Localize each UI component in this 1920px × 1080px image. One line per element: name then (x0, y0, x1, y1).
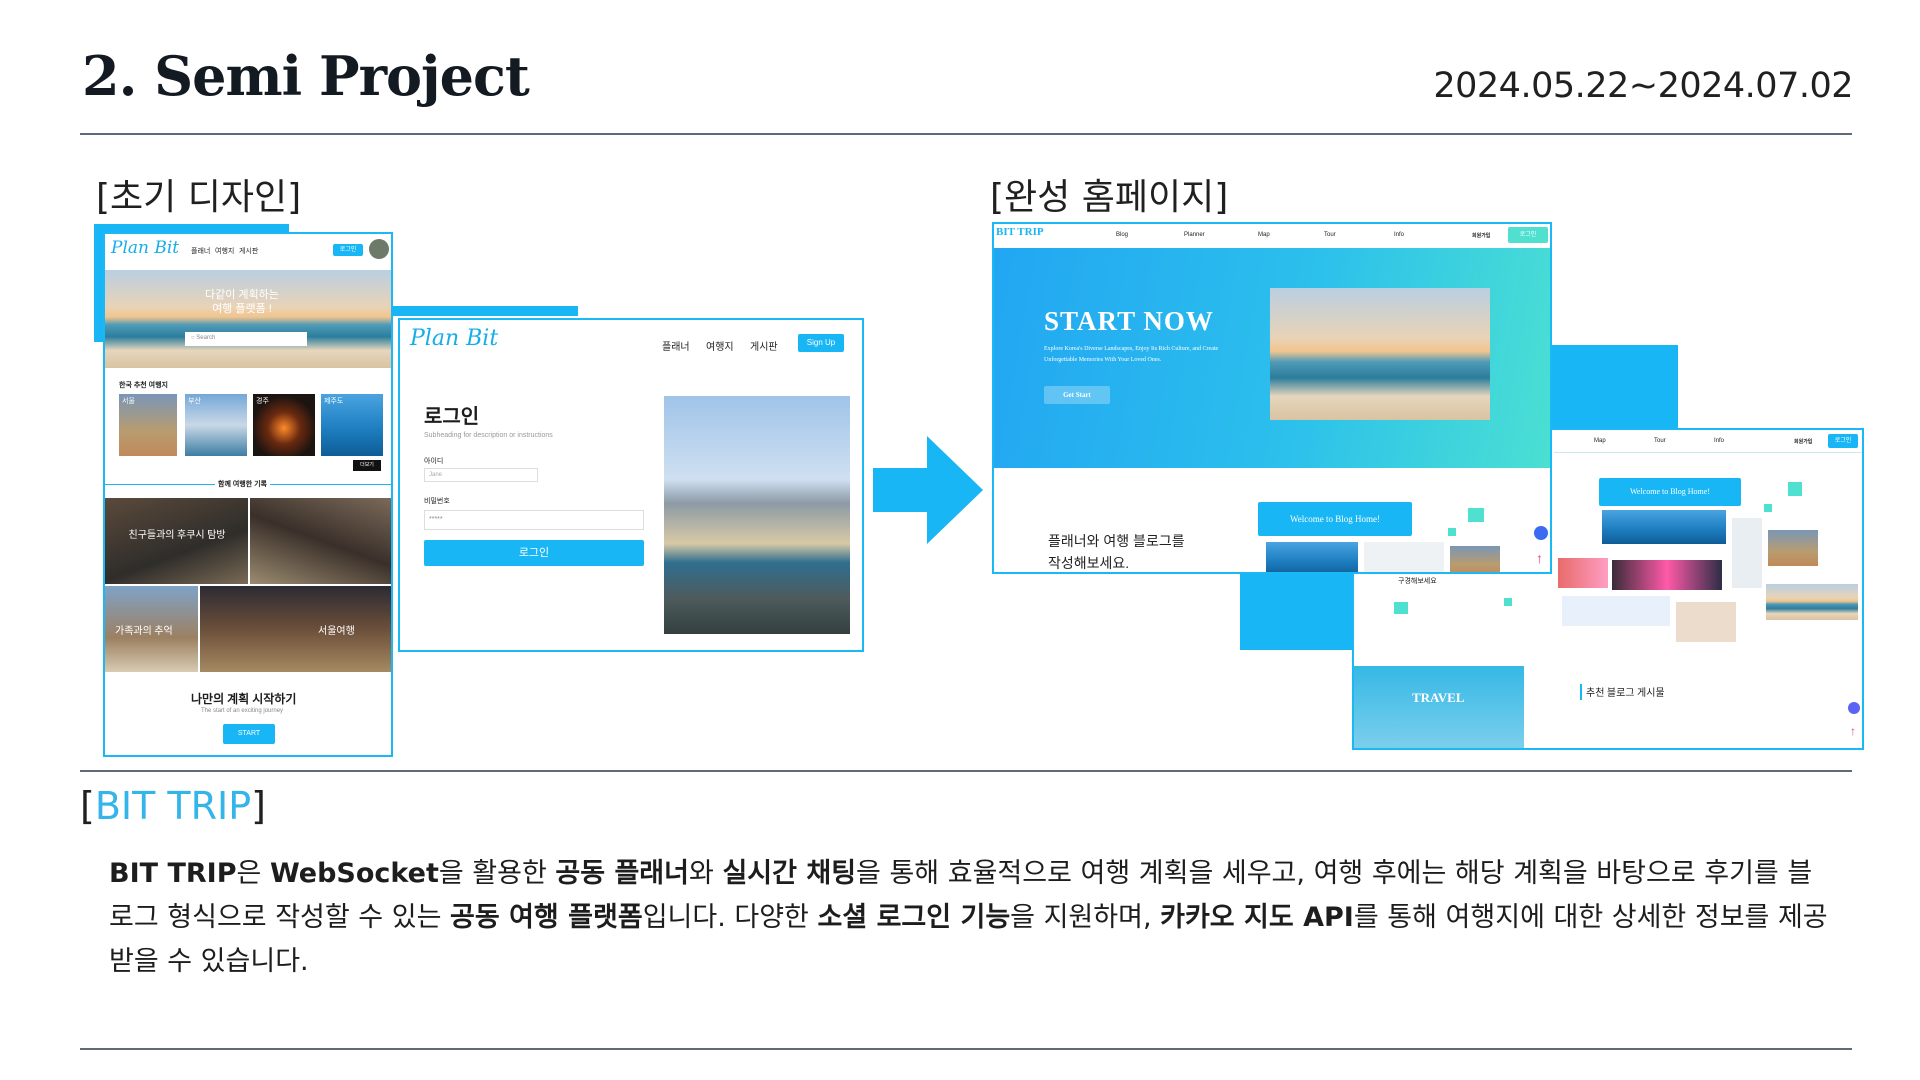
password-label: 비밀번호 (424, 498, 450, 505)
blog-thumb (1766, 584, 1858, 620)
initial-design-label: [초기 디자인] (96, 177, 302, 218)
id-field: Jane (424, 468, 538, 482)
city-card: 서울 (119, 394, 177, 456)
hero-title: START NOW (1044, 306, 1214, 336)
project-name: BIT TRIP (94, 784, 252, 828)
signup-button: Sign Up (798, 334, 844, 352)
search-input: ○ Search (185, 332, 307, 346)
recommend-title: 한국 추천 여행지 (119, 382, 168, 389)
city-card: 제주도 (321, 394, 383, 456)
story-image: 서울여행 (200, 586, 391, 672)
blog-thumb (1612, 560, 1722, 590)
logo: Plan Bit (111, 238, 180, 258)
story-image: 가족과의 추억 (105, 586, 198, 672)
project-description: BIT TRIP은 WebSocket을 활용한 공동 플래너와 실시간 채팅을… (109, 858, 1828, 977)
hero-image: 다같이 계획하는 여행 플랫폼 ! ○ Search (105, 270, 391, 368)
messenger-icon (1848, 702, 1860, 714)
decor-square (1448, 528, 1456, 536)
join-link: 회원가입 (1794, 439, 1813, 445)
map-thumb (1364, 542, 1444, 572)
recommend-board-title: 추천 블로그 게시물 (1586, 688, 1665, 699)
plan-title: 나만의 계획 시작하기 (191, 692, 297, 706)
password-field: ***** (424, 510, 644, 530)
login-submit-button: 로그인 (424, 540, 644, 566)
decor-square (1764, 504, 1772, 512)
blog-cta-text: 플래너와 여행 블로그를 작성해보세요. (1048, 533, 1185, 571)
middle-divider (80, 770, 1852, 772)
nav-board: 게시판 (239, 248, 259, 255)
avatar (369, 239, 389, 259)
city-card: 경주 (253, 394, 315, 456)
logo: Plan Bit (410, 326, 499, 351)
map-thumb (1732, 518, 1762, 588)
more-button: 더보기 (353, 460, 381, 471)
blog-thumb (1450, 546, 1500, 572)
nav-tour: Tour (1654, 438, 1666, 444)
date-range: 2024.05.22~2024.07.02 (1433, 66, 1853, 106)
nav-tour: Tour (1324, 232, 1336, 238)
travel-banner: TRAVEL (1354, 666, 1524, 748)
decor-square (1468, 508, 1484, 522)
together-title: 함께 여행한 기록 (215, 479, 270, 489)
nav-board: 게시판 (750, 342, 778, 353)
nav-blog: Blog (1116, 232, 1129, 238)
nav-map: Map (1594, 438, 1606, 444)
hero-text: 다같이 계획하는 여행 플랫폼 ! (205, 289, 279, 315)
final-home-mock: BIT TRIP Blog Planner Map Tour Info 회원가입… (992, 222, 1552, 574)
start-button: START (223, 724, 275, 744)
hero-image (1270, 288, 1490, 420)
initial-login-mock: Plan Bit 플래너 여행지 게시판 Sign Up 로그인 Subhead… (398, 318, 864, 652)
get-start-button: Get Start (1044, 386, 1110, 404)
blog-thumb (1558, 558, 1608, 588)
divider (1580, 684, 1582, 700)
decor-square (1504, 598, 1512, 606)
login-button: 로그인 (1508, 227, 1548, 243)
join-link: 회원가입 (1472, 233, 1491, 239)
nav-planner: 플래너 (191, 248, 211, 255)
divider (1554, 452, 1862, 453)
nav-planner: Planner (1184, 232, 1205, 238)
page-title: 2. Semi Project (82, 44, 530, 108)
id-label: 아이디 (424, 458, 444, 465)
scroll-top-icon: ↑ (1536, 550, 1543, 566)
welcome-banner: Welcome to Blog Home! (1258, 502, 1412, 536)
story-image (250, 498, 391, 584)
nav-info: Info (1394, 232, 1405, 238)
final-site-label: [완성 홈페이지] (990, 177, 1229, 218)
initial-home-mock: Plan Bit 플래너 여행지 게시판 로그인 다같이 계획하는 여행 플랫폼… (103, 232, 393, 757)
blog-thumb (1266, 542, 1358, 572)
blog-thumb (1562, 596, 1670, 626)
decor-square (1394, 602, 1408, 614)
welcome-banner: Welcome to Blog Home! (1599, 478, 1741, 506)
city-card: 부산 (185, 394, 247, 456)
nav-info: Info (1714, 438, 1725, 444)
project-label: [BIT TRIP] (80, 784, 266, 828)
login-heading: 로그인 (424, 406, 480, 428)
caption: 구경해보세요 (1398, 578, 1437, 585)
login-button: 로그인 (1828, 434, 1858, 448)
logo: BIT TRIP (996, 226, 1044, 238)
login-button: 로그인 (333, 244, 363, 256)
nav-planner: 플래너 (662, 342, 690, 353)
scroll-top-icon: ↑ (1850, 724, 1856, 738)
accent-block (392, 306, 578, 316)
nav-map: Map (1258, 232, 1270, 238)
accent-block (1240, 575, 1350, 650)
arrow-right-icon (873, 436, 983, 544)
messenger-icon (1534, 526, 1548, 540)
map-thumb (1676, 602, 1736, 642)
decor-square (1788, 482, 1802, 496)
story-image: 친구들과의 후쿠시 탐방 (105, 498, 248, 584)
bottom-divider (80, 1048, 1852, 1050)
blog-thumb (1602, 510, 1726, 544)
hero-section: START NOW Explore Korea's Diverse Landsc… (994, 248, 1550, 468)
nav-places: 여행지 (215, 248, 235, 255)
blog-thumb (1768, 530, 1818, 566)
login-side-image (664, 396, 850, 634)
nav-places: 여행지 (706, 342, 734, 353)
plan-subtitle: The start of an exciting journey (201, 708, 284, 714)
login-subheading: Subheading for description or instructio… (424, 432, 553, 439)
top-divider (80, 133, 1852, 135)
hero-subtitle: Explore Korea's Diverse Landscapes, Enjo… (1044, 346, 1219, 363)
